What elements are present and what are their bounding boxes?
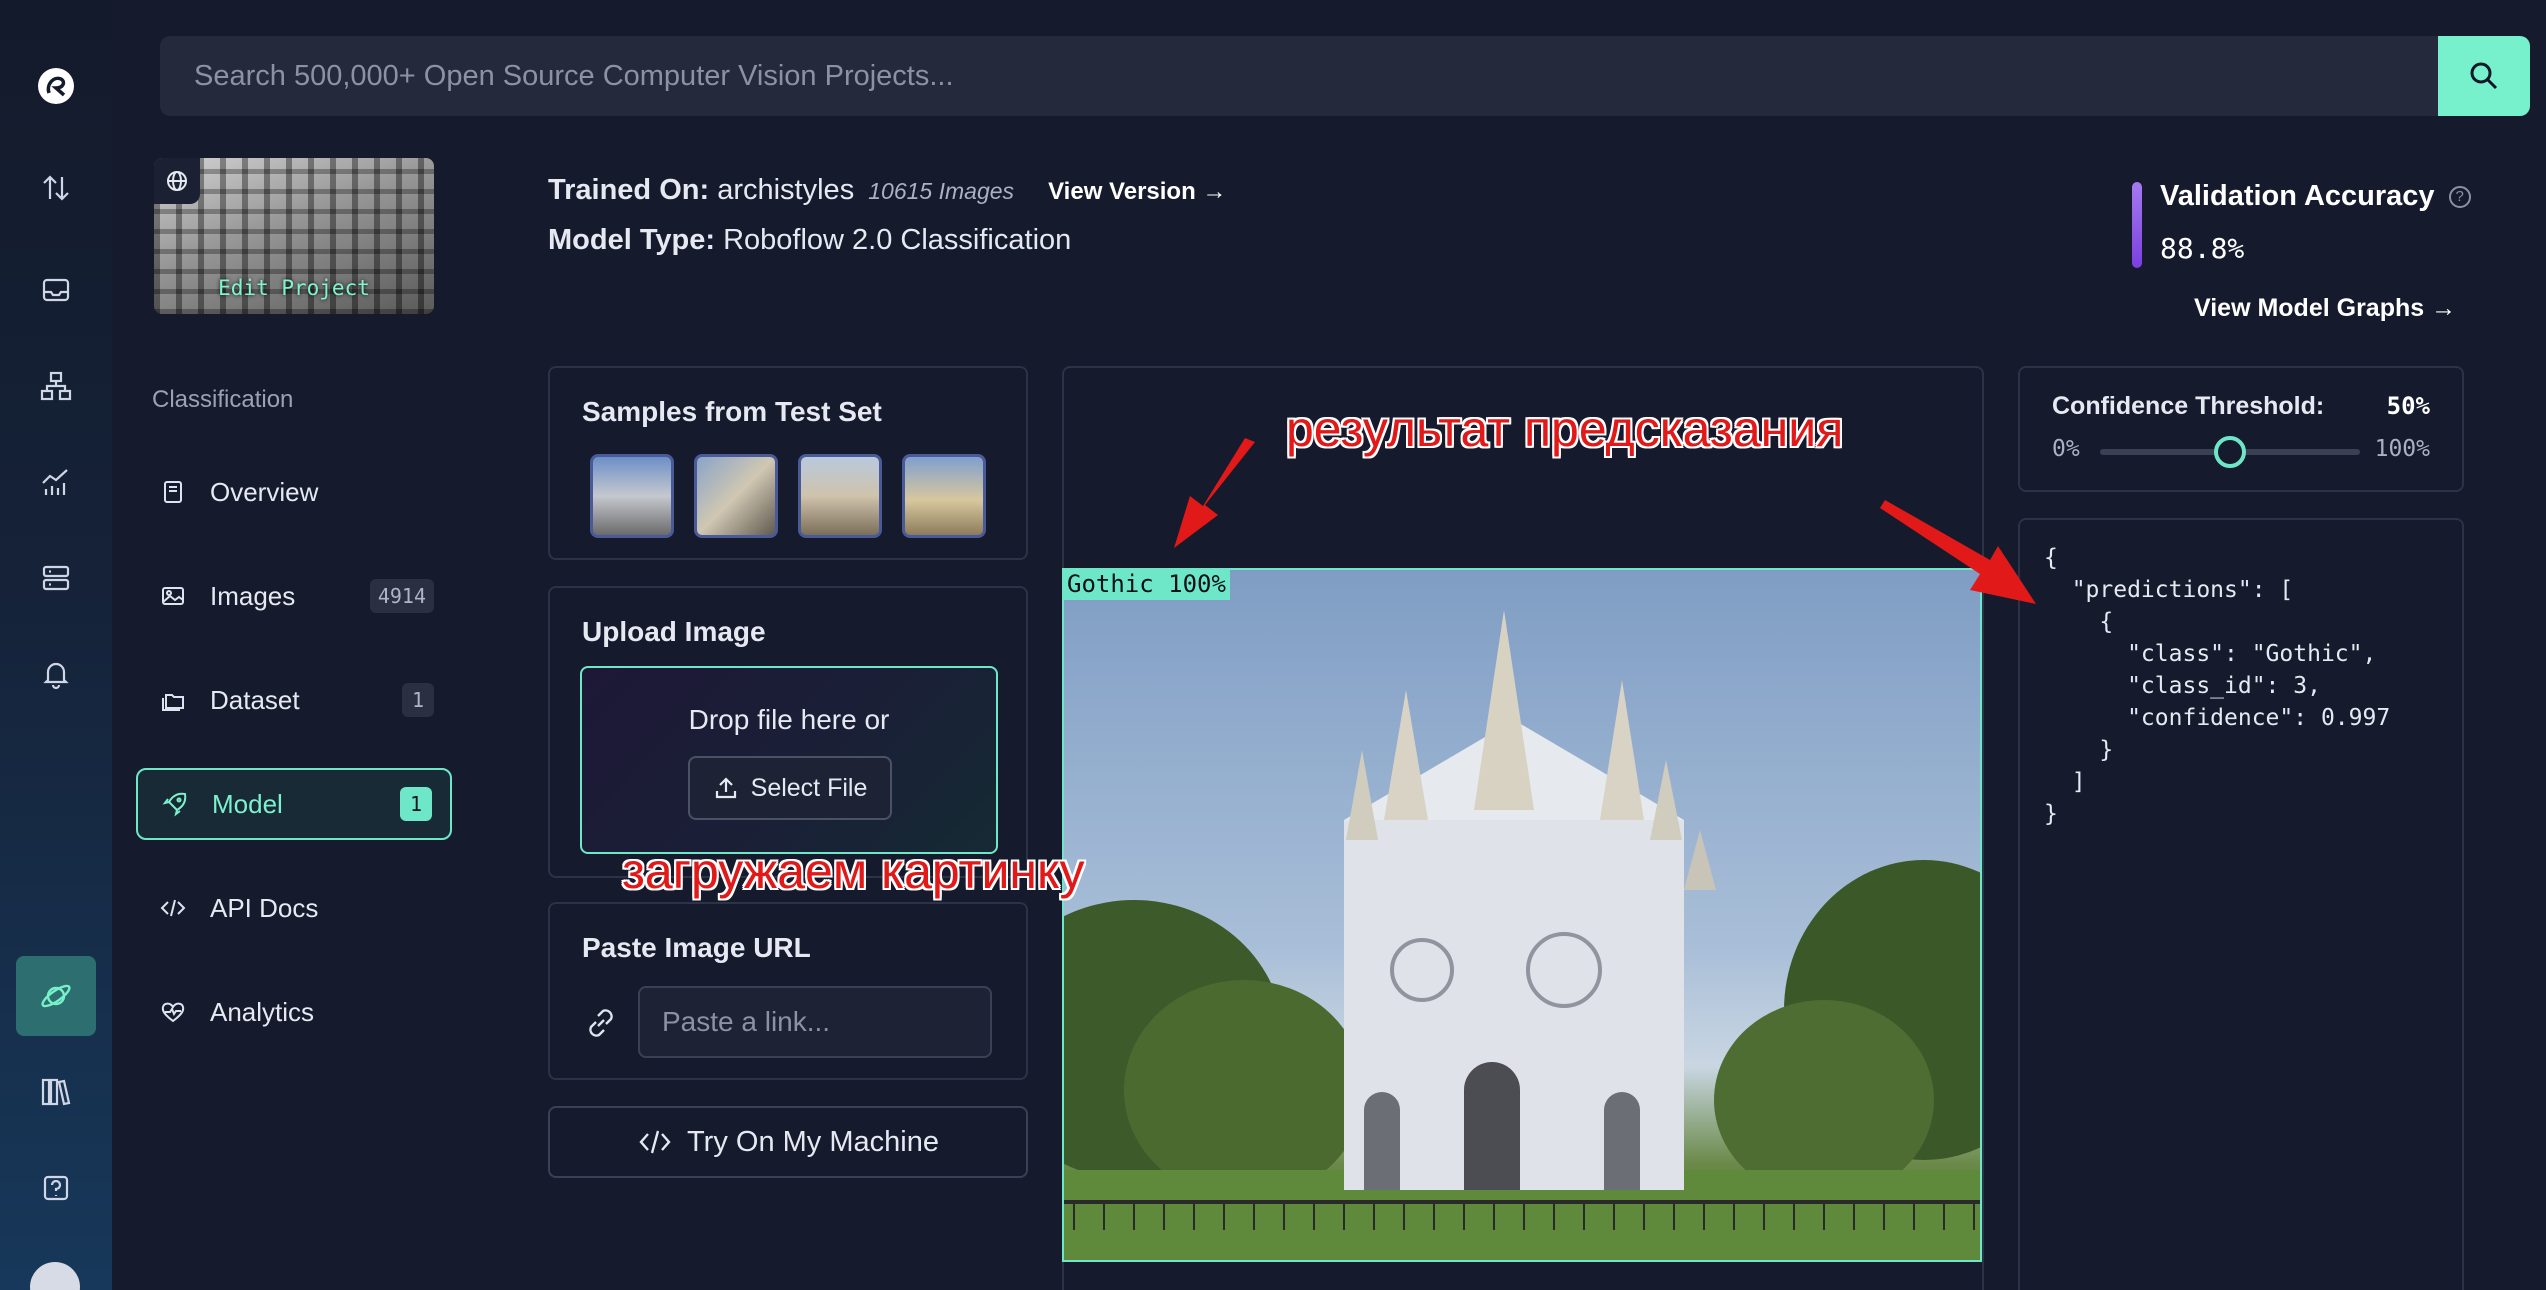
roboflow-logo-icon[interactable] — [36, 66, 76, 106]
validation-bar — [2132, 182, 2142, 268]
model-type: Model Type: Roboflow 2.0 Classification — [548, 224, 1071, 257]
book-icon — [136, 478, 210, 506]
paste-url-panel: Paste Image URL — [548, 902, 1028, 1080]
sidebar-item-api-docs[interactable]: API Docs — [136, 872, 452, 944]
try-button-label: Try On My Machine — [687, 1125, 939, 1158]
inbox-icon[interactable] — [36, 270, 76, 310]
select-file-label: Select File — [750, 773, 868, 802]
threshold-title: Confidence Threshold: — [2052, 392, 2325, 420]
sidebar-item-model[interactable]: Model 1 — [136, 768, 452, 840]
sidebar-item-label: Overview — [210, 476, 319, 507]
sample-thumbnail[interactable] — [694, 454, 778, 538]
sidebar-item-label: Images — [210, 580, 296, 611]
library-icon[interactable] — [36, 1072, 76, 1112]
image-count: 10615 Images — [868, 178, 1015, 204]
threshold-slider[interactable] — [2100, 436, 2360, 468]
section-label: Classification — [152, 386, 294, 413]
edit-project-label[interactable]: Edit Project — [154, 276, 434, 300]
icon-rail — [0, 0, 112, 1290]
view-model-graphs-link[interactable]: View Model Graphs → — [2194, 294, 2456, 323]
slider-handle[interactable] — [2214, 436, 2246, 468]
validation-title-text: Validation Accuracy — [2160, 180, 2435, 212]
validation-title: Validation Accuracy ? — [2160, 180, 2471, 213]
search-icon — [2470, 62, 2498, 90]
model-type-value: Roboflow 2.0 Classification — [723, 224, 1072, 256]
upload-panel: Upload Image Drop file here or Select Fi… — [548, 586, 1028, 878]
upload-title: Upload Image — [582, 616, 766, 647]
sidebar-item-analytics[interactable]: Analytics — [136, 976, 452, 1048]
count-badge: 1 — [400, 787, 432, 821]
hierarchy-icon[interactable] — [36, 366, 76, 406]
annotation-prediction-result: результат предсказания — [1286, 401, 1844, 457]
heart-pulse-icon — [136, 998, 210, 1026]
sort-arrows-icon[interactable] — [36, 168, 76, 208]
server-icon[interactable] — [36, 558, 76, 598]
trained-on: Trained On: archistyles 10615 Images Vie… — [548, 174, 1226, 207]
upload-icon — [715, 777, 736, 799]
json-output-panel: { "predictions": [ { "class": "Gothic", … — [2018, 518, 2464, 1290]
threshold-max-label: 100% — [2374, 436, 2430, 462]
dataset-name: archistyles — [717, 174, 855, 206]
folders-icon — [136, 686, 210, 714]
dropzone[interactable]: Drop file here or Select File — [580, 666, 998, 854]
sidebar-item-label: Analytics — [210, 996, 315, 1027]
rocket-icon — [138, 790, 212, 818]
validation-value: 88.8% — [2160, 232, 2245, 265]
help-icon[interactable] — [36, 1168, 76, 1208]
annotation-upload-image: загружаем картинку — [622, 843, 1085, 899]
bell-icon[interactable] — [36, 654, 76, 694]
prediction-label: Gothic 100% — [1063, 568, 1230, 600]
image-icon — [136, 582, 210, 610]
model-type-label: Model Type: — [548, 224, 716, 256]
code-icon — [136, 894, 210, 922]
planet-icon[interactable] — [16, 956, 96, 1036]
threshold-min-label: 0% — [2052, 436, 2080, 462]
help-icon[interactable]: ? — [2448, 186, 2471, 209]
sidebar-item-images[interactable]: Images 4914 — [136, 560, 452, 632]
threshold-panel: Confidence Threshold: 50% 0% 100% — [2018, 366, 2464, 492]
drop-text: Drop file here or — [688, 704, 890, 735]
sidebar-item-label: Dataset — [210, 684, 300, 715]
globe-icon[interactable] — [154, 158, 200, 204]
search-input[interactable] — [160, 36, 2438, 116]
select-file-button[interactable]: Select File — [688, 756, 892, 820]
paste-url-title: Paste Image URL — [582, 932, 811, 963]
result-image — [1062, 568, 1982, 1262]
sidebar-item-dataset[interactable]: Dataset 1 — [136, 664, 452, 736]
code-icon — [639, 1130, 671, 1154]
project-thumbnail[interactable]: Edit Project — [154, 158, 434, 314]
samples-panel: Samples from Test Set — [548, 366, 1028, 560]
link-icon — [580, 1002, 622, 1044]
threshold-value: 50% — [2386, 392, 2430, 420]
sidebar-item-label: Model — [212, 788, 283, 819]
sidebar-item-overview[interactable]: Overview — [136, 456, 452, 528]
trained-on-label: Trained On: — [548, 174, 710, 206]
try-on-my-machine-button[interactable]: Try On My Machine — [548, 1106, 1028, 1178]
search-button[interactable] — [2438, 36, 2530, 116]
json-output: { "predictions": [ { "class": "Gothic", … — [2044, 545, 2391, 827]
avatar[interactable] — [30, 1262, 80, 1290]
samples-title: Samples from Test Set — [582, 396, 882, 427]
sidebar-item-label: API Docs — [210, 892, 319, 923]
view-version-link[interactable]: View Version → — [1048, 178, 1226, 205]
sample-thumbnail[interactable] — [590, 454, 674, 538]
analytics-chart-icon[interactable] — [36, 462, 76, 502]
count-badge: 4914 — [369, 579, 434, 613]
paste-url-input[interactable] — [638, 986, 992, 1058]
sample-thumbnail[interactable] — [902, 454, 986, 538]
sample-thumbnail[interactable] — [798, 454, 882, 538]
church-image — [1064, 610, 1980, 1260]
count-badge: 1 — [402, 683, 434, 717]
search-bar — [160, 36, 2530, 116]
